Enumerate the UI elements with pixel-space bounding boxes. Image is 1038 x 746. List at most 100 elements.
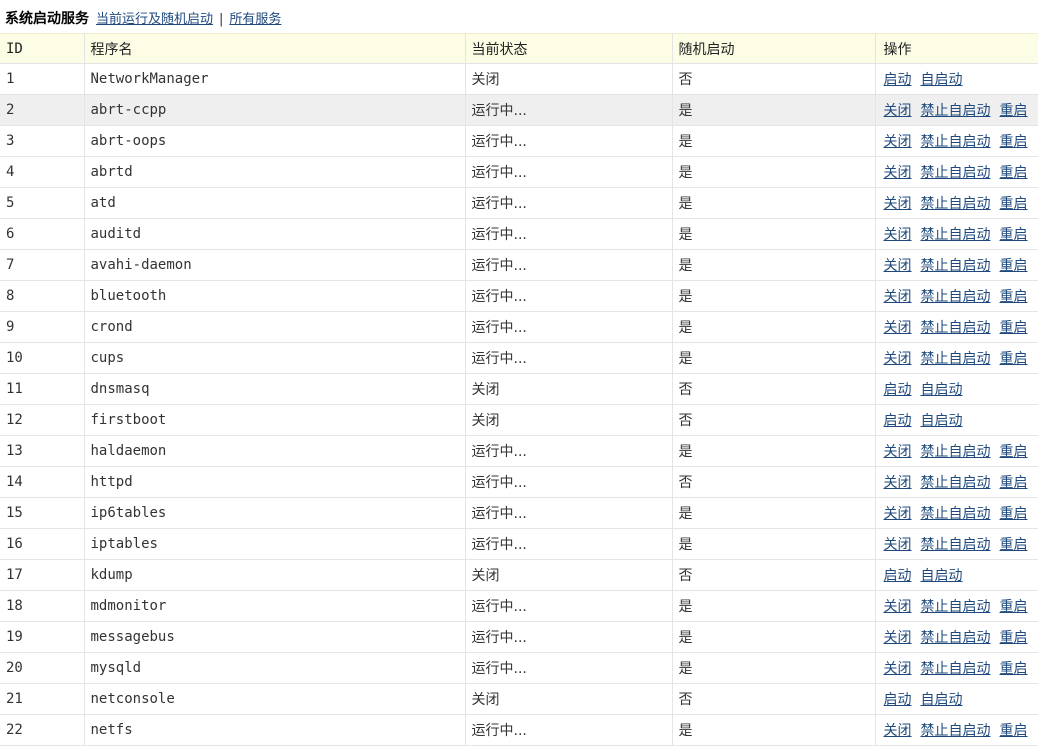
disable-autostart-link[interactable]: 禁止自启动 xyxy=(921,630,991,646)
title-bar: 系统启动服务当前运行及随机启动|所有服务 xyxy=(0,0,1038,33)
cell-service-name: httpd xyxy=(84,467,465,498)
stop-link[interactable]: 关闭 xyxy=(884,444,912,460)
disable-autostart-link[interactable]: 禁止自启动 xyxy=(921,475,991,491)
cell-service-id: 21 xyxy=(0,684,84,715)
cell-service-id: 13 xyxy=(0,436,84,467)
disable-autostart-link[interactable]: 禁止自启动 xyxy=(921,103,991,119)
stop-link[interactable]: 关闭 xyxy=(884,506,912,522)
cell-service-name: abrtd xyxy=(84,157,465,188)
cell-service-id: 5 xyxy=(0,188,84,219)
start-link[interactable]: 启动 xyxy=(884,413,912,429)
disable-autostart-link[interactable]: 禁止自启动 xyxy=(921,258,991,274)
stop-link[interactable]: 关闭 xyxy=(884,630,912,646)
cell-service-name: haldaemon xyxy=(84,436,465,467)
stop-link[interactable]: 关闭 xyxy=(884,537,912,553)
restart-link[interactable]: 重启 xyxy=(1000,475,1028,491)
cell-service-actions: 关闭禁止自启动重启 xyxy=(875,467,1038,498)
cell-service-actions: 关闭禁止自启动重启 xyxy=(875,436,1038,467)
cell-service-status: 关闭 xyxy=(465,405,672,436)
restart-link[interactable]: 重启 xyxy=(1000,320,1028,336)
cell-service-actions: 启动自启动 xyxy=(875,405,1038,436)
stop-link[interactable]: 关闭 xyxy=(884,103,912,119)
disable-autostart-link[interactable]: 禁止自启动 xyxy=(921,289,991,305)
table-row: 16 iptables 运行中... 是 关闭禁止自启动重启 xyxy=(0,529,1038,560)
cell-service-autostart: 是 xyxy=(672,715,875,746)
enable-autostart-link[interactable]: 自启动 xyxy=(921,692,963,708)
cell-service-autostart: 是 xyxy=(672,343,875,374)
start-link[interactable]: 启动 xyxy=(884,568,912,584)
services-table: ID 程序名 当前状态 随机启动 操作 1 NetworkManager 关闭 … xyxy=(0,33,1038,746)
cell-service-id: 4 xyxy=(0,157,84,188)
stop-link[interactable]: 关闭 xyxy=(884,599,912,615)
nav-link-current-running[interactable]: 当前运行及随机启动 xyxy=(96,12,213,27)
restart-link[interactable]: 重启 xyxy=(1000,134,1028,150)
start-link[interactable]: 启动 xyxy=(884,692,912,708)
disable-autostart-link[interactable]: 禁止自启动 xyxy=(921,320,991,336)
table-row: 6 auditd 运行中... 是 关闭禁止自启动重启 xyxy=(0,219,1038,250)
restart-link[interactable]: 重启 xyxy=(1000,165,1028,181)
restart-link[interactable]: 重启 xyxy=(1000,103,1028,119)
cell-service-id: 2 xyxy=(0,95,84,126)
restart-link[interactable]: 重启 xyxy=(1000,196,1028,212)
stop-link[interactable]: 关闭 xyxy=(884,165,912,181)
cell-service-name: messagebus xyxy=(84,622,465,653)
restart-link[interactable]: 重启 xyxy=(1000,630,1028,646)
cell-service-autostart: 是 xyxy=(672,250,875,281)
restart-link[interactable]: 重启 xyxy=(1000,723,1028,739)
table-row: 11 dnsmasq 关闭 否 启动自启动 xyxy=(0,374,1038,405)
disable-autostart-link[interactable]: 禁止自启动 xyxy=(921,227,991,243)
stop-link[interactable]: 关闭 xyxy=(884,227,912,243)
cell-service-actions: 关闭禁止自启动重启 xyxy=(875,95,1038,126)
disable-autostart-link[interactable]: 禁止自启动 xyxy=(921,444,991,460)
nav-link-all-services[interactable]: 所有服务 xyxy=(229,12,281,27)
cell-service-name: ip6tables xyxy=(84,498,465,529)
cell-service-status: 运行中... xyxy=(465,436,672,467)
restart-link[interactable]: 重启 xyxy=(1000,227,1028,243)
cell-service-actions: 启动自启动 xyxy=(875,374,1038,405)
disable-autostart-link[interactable]: 禁止自启动 xyxy=(921,723,991,739)
disable-autostart-link[interactable]: 禁止自启动 xyxy=(921,196,991,212)
stop-link[interactable]: 关闭 xyxy=(884,320,912,336)
header-row: ID 程序名 当前状态 随机启动 操作 xyxy=(0,34,1038,64)
disable-autostart-link[interactable]: 禁止自启动 xyxy=(921,165,991,181)
restart-link[interactable]: 重启 xyxy=(1000,506,1028,522)
column-header-name: 程序名 xyxy=(84,34,465,64)
disable-autostart-link[interactable]: 禁止自启动 xyxy=(921,661,991,677)
enable-autostart-link[interactable]: 自启动 xyxy=(921,568,963,584)
disable-autostart-link[interactable]: 禁止自启动 xyxy=(921,351,991,367)
restart-link[interactable]: 重启 xyxy=(1000,537,1028,553)
stop-link[interactable]: 关闭 xyxy=(884,134,912,150)
cell-service-autostart: 是 xyxy=(672,653,875,684)
disable-autostart-link[interactable]: 禁止自启动 xyxy=(921,506,991,522)
enable-autostart-link[interactable]: 自启动 xyxy=(921,72,963,88)
table-row: 5 atd 运行中... 是 关闭禁止自启动重启 xyxy=(0,188,1038,219)
stop-link[interactable]: 关闭 xyxy=(884,723,912,739)
stop-link[interactable]: 关闭 xyxy=(884,475,912,491)
restart-link[interactable]: 重启 xyxy=(1000,258,1028,274)
start-link[interactable]: 启动 xyxy=(884,72,912,88)
stop-link[interactable]: 关闭 xyxy=(884,289,912,305)
disable-autostart-link[interactable]: 禁止自启动 xyxy=(921,537,991,553)
cell-service-autostart: 是 xyxy=(672,157,875,188)
stop-link[interactable]: 关闭 xyxy=(884,661,912,677)
cell-service-id: 8 xyxy=(0,281,84,312)
restart-link[interactable]: 重启 xyxy=(1000,289,1028,305)
cell-service-autostart: 否 xyxy=(672,467,875,498)
restart-link[interactable]: 重启 xyxy=(1000,599,1028,615)
restart-link[interactable]: 重启 xyxy=(1000,661,1028,677)
disable-autostart-link[interactable]: 禁止自启动 xyxy=(921,134,991,150)
cell-service-id: 20 xyxy=(0,653,84,684)
stop-link[interactable]: 关闭 xyxy=(884,351,912,367)
cell-service-id: 12 xyxy=(0,405,84,436)
restart-link[interactable]: 重启 xyxy=(1000,351,1028,367)
start-link[interactable]: 启动 xyxy=(884,382,912,398)
enable-autostart-link[interactable]: 自启动 xyxy=(921,413,963,429)
disable-autostart-link[interactable]: 禁止自启动 xyxy=(921,599,991,615)
cell-service-id: 18 xyxy=(0,591,84,622)
cell-service-status: 运行中... xyxy=(465,715,672,746)
enable-autostart-link[interactable]: 自启动 xyxy=(921,382,963,398)
restart-link[interactable]: 重启 xyxy=(1000,444,1028,460)
stop-link[interactable]: 关闭 xyxy=(884,258,912,274)
table-header: ID 程序名 当前状态 随机启动 操作 xyxy=(0,34,1038,64)
stop-link[interactable]: 关闭 xyxy=(884,196,912,212)
